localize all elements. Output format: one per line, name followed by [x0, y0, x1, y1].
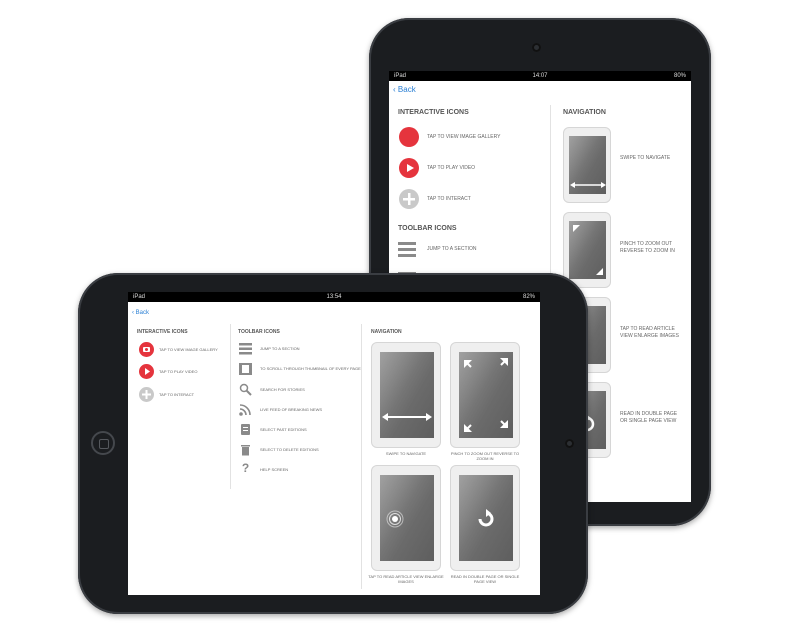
menu-icon[interactable] [239, 342, 252, 360]
column-divider [230, 324, 231, 489]
swipe-thumbnail [371, 342, 441, 448]
clock: 14:07 [532, 73, 548, 79]
search-icon[interactable] [239, 383, 252, 401]
pinch-arrows-icon [464, 358, 508, 432]
toolbar-item-label: JUMP TO A SECTION [427, 246, 477, 252]
camera-icon[interactable] [139, 342, 154, 357]
menu-icon[interactable] [398, 241, 416, 262]
interactive-item-label: TAP TO PLAY VIDEO [159, 369, 198, 374]
navigation-title: NAVIGATION [563, 109, 606, 116]
back-button[interactable]: ‹ Back [393, 85, 416, 94]
chevron-left-icon: ‹ [132, 310, 134, 316]
nav-item-label: READ IN DOUBLE PAGE OR SINGLE PAGE VIEW [450, 574, 520, 584]
interactive-item-label: TAP TO PLAY VIDEO [427, 165, 476, 171]
toolbar-icons-title: TOOLBAR ICONS [398, 225, 457, 232]
nav-item-label: READ IN DOUBLE PAGE [620, 411, 678, 417]
nav-item-label: VIEW ENLARGE IMAGES [620, 333, 679, 339]
toolbar-icons-title: TOOLBAR ICONS [238, 329, 280, 335]
interactive-item-label: TAP TO VIEW IMAGE GALLERY [427, 134, 501, 140]
toolbar-item-label: SELECT TO DELETE EDITIONS [260, 447, 319, 452]
toolbar-item-label: LIVE FEED OF BREAKING NEWS [260, 407, 323, 412]
interactive-item-label: TAP TO VIEW IMAGE GALLERY [159, 347, 218, 352]
nav-item-label: TAP TO READ ARTICLE VIEW ENLARGE IMAGES [368, 574, 444, 584]
filmstrip-icon[interactable] [239, 362, 252, 380]
navigation-title: NAVIGATION [371, 329, 402, 335]
nav-item-label: SWIPE TO NAVIGATE [620, 155, 671, 161]
swipe-thumbnail [563, 127, 611, 203]
pinch-thumbnail [450, 342, 520, 448]
nav-item-label: SWIPE TO NAVIGATE [385, 451, 427, 456]
front-ipad: iPad 13:54 82% ‹ Back INTERACTIVE ICONS … [78, 273, 588, 614]
nav-item-label: TAP TO READ ARTICLE [620, 326, 675, 332]
toolbar-item-label: TO SCROLL THROUGH THUMBNAIL OF EVERY PAG… [260, 366, 361, 371]
chevron-left-icon: ‹ [393, 85, 396, 94]
past-editions-icon[interactable] [239, 423, 252, 441]
toolbar-item-label: SELECT PAST EDITIONS [260, 427, 307, 432]
toolbar-item-label: SEARCH FOR STORIES [260, 387, 305, 392]
play-icon[interactable] [399, 158, 419, 178]
interactive-item-label: TAP TO INTERACT [427, 196, 471, 202]
battery-level: 82% [522, 294, 535, 300]
play-icon[interactable] [139, 364, 154, 379]
column-divider [361, 324, 362, 589]
swipe-arrows-icon [570, 182, 606, 188]
interactive-icons-title: INTERACTIVE ICONS [398, 109, 469, 116]
home-button[interactable] [91, 431, 115, 455]
toolbar-item-label: HELP SCREEN [260, 467, 289, 472]
status-bar: iPad 14:07 80% [389, 71, 691, 81]
nav-item-label: REVERSE TO ZOOM IN [620, 248, 675, 254]
nav-item-label: PINCH TO ZOOM OUT [620, 241, 673, 247]
tap-target-icon [386, 510, 404, 528]
back-label: Back [135, 310, 150, 316]
back-ipad-camera [532, 43, 541, 52]
battery-level: 80% [673, 73, 686, 79]
interactive-item-label: TAP TO INTERACT [159, 392, 195, 397]
front-ipad-screen: iPad 13:54 82% ‹ Back INTERACTIVE ICONS … [128, 292, 540, 595]
interactive-icons-title: INTERACTIVE ICONS [137, 329, 188, 335]
back-button[interactable]: ‹ Back [132, 310, 149, 316]
camera-icon[interactable] [399, 127, 419, 147]
rotate-icon [478, 509, 494, 527]
pinch-arrows-icon [573, 225, 603, 275]
pinch-thumbnail [563, 212, 611, 288]
rotate-thumbnail [450, 465, 520, 571]
plus-icon[interactable] [139, 387, 154, 402]
rss-feed-icon[interactable] [239, 403, 252, 421]
toolbar-item-label: JUMP TO A SECTION [260, 346, 300, 351]
help-icon[interactable]: ? [239, 461, 252, 475]
swipe-arrows-icon [382, 413, 432, 421]
front-ipad-camera [565, 439, 574, 448]
tap-thumbnail [371, 465, 441, 571]
plus-icon[interactable] [399, 189, 419, 209]
nav-item-label: OR SINGLE PAGE VIEW [620, 418, 677, 424]
clock: 13:54 [326, 294, 342, 300]
nav-item-label: PINCH TO ZOOM OUT REVERSE TO ZOOM IN [450, 451, 520, 461]
back-label: Back [397, 85, 416, 94]
trash-icon[interactable] [239, 443, 252, 461]
status-bar: iPad 13:54 82% [128, 292, 540, 302]
